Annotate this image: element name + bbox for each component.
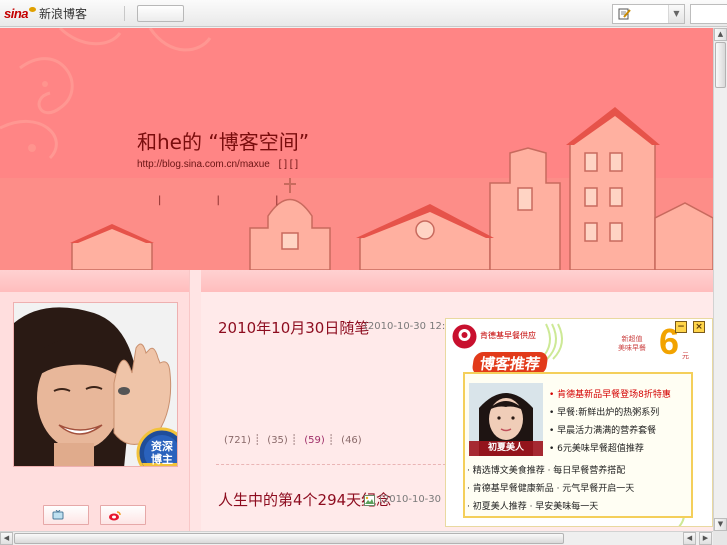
write-pen-icon <box>618 8 631 20</box>
chevron-down-icon[interactable]: ▼ <box>668 5 684 23</box>
ad-list: • 肯德基新品早餐登场8折特惠 • 早餐:新鲜出炉的热粥系列 • 早晨活力满满的… <box>549 386 671 458</box>
scroll-left-icon[interactable]: ◀ <box>0 532 13 545</box>
blog-url-text[interactable]: http://blog.sina.com.cn/maxue <box>137 159 270 170</box>
weibo-icon <box>109 511 121 521</box>
blog-banner: 和he的 “博客空间” http://blog.sina.com.cn/maxu… <box>0 28 713 270</box>
post-divider <box>216 464 446 465</box>
blog-nav-separators: | | | <box>158 195 305 206</box>
scrollbar-corner <box>713 531 727 545</box>
sina-logo-brand: sina <box>4 6 29 21</box>
sina-eye-icon <box>29 7 37 12</box>
scroll-left-icon[interactable]: ◀ <box>683 532 696 545</box>
ad-bottom-link[interactable]: · 初夏美人推荐 · 早安美味每一天 <box>467 498 634 516</box>
ad-photo-caption: 初夏美人 <box>469 441 543 456</box>
vertical-scroll-thumb[interactable] <box>715 42 726 88</box>
banner-illustration <box>0 28 713 270</box>
ad-list-item[interactable]: • 早晨活力满满的营养套餐 <box>549 422 671 440</box>
tv-icon <box>52 510 64 520</box>
post-date: (2010-10-30 <box>379 494 442 505</box>
sina-logo[interactable]: sina 新浪博客 <box>4 5 87 22</box>
badge-text: 资深 博主 <box>151 440 173 466</box>
follow-weibo-button[interactable] <box>100 505 146 525</box>
scroll-down-icon[interactable]: ▼ <box>714 518 727 531</box>
ad-list-item[interactable]: • 6元美味早餐超值推荐 <box>549 440 671 458</box>
ad-bottom-link[interactable]: · 精选博文美食推荐 · 每日早餐营养搭配 <box>467 462 634 480</box>
ad-photo[interactable]: 初夏美人 <box>469 383 543 456</box>
sina-logo-product: 新浪博客 <box>39 7 88 21</box>
sina-topbar: sina 新浪博客 ▼ <box>0 0 727 27</box>
profile-sidebar: 资深 博主 <box>0 270 190 532</box>
floating-ad-popup[interactable]: 肯德基早餐供应 博客推荐 新超值 美味早餐 6 元 − × 初夏美人 • 肯德基… <box>445 318 713 527</box>
read-count[interactable]: (721) <box>224 435 251 446</box>
stat-sep: ┊ <box>291 435 298 446</box>
topbar-search-input[interactable] <box>690 4 727 24</box>
ad-bottom-link[interactable]: · 肯德基早餐健康新品 · 元气早餐开启一天 <box>467 480 634 498</box>
close-icon[interactable]: × <box>693 321 705 333</box>
ad-recommend-box: 初夏美人 • 肯德基新品早餐登场8折特惠 • 早餐:新鲜出炉的热粥系列 • 早晨… <box>463 372 693 518</box>
sidebar-header-bar <box>0 270 189 292</box>
ad-bottom-links: · 精选博文美食推荐 · 每日早餐营养搭配 · 肯德基早餐健康新品 · 元气早餐… <box>467 462 634 516</box>
avatar[interactable]: 资深 博主 <box>13 302 178 467</box>
scroll-up-icon[interactable]: ▲ <box>714 28 727 41</box>
horizontal-scroll-thumb[interactable] <box>14 533 564 544</box>
ad-price-label: 新超值 美味早餐 <box>618 335 646 352</box>
minimize-icon[interactable]: − <box>675 321 687 333</box>
main-header-bar <box>201 270 713 292</box>
browser-window: sina 新浪博客 ▼ 和he的 “博客空间” http://blog.sina… <box>0 0 727 545</box>
favorite-count[interactable]: (46) <box>341 435 362 446</box>
share-count[interactable]: (59) <box>304 435 325 446</box>
blog-title: 和he的 “博客空间” <box>137 130 310 154</box>
senior-blogger-badge: 资深 博主 <box>136 427 177 466</box>
comment-count[interactable]: (35) <box>267 435 288 446</box>
horizontal-scrollbar[interactable]: ◀ ◀ ▶ <box>0 531 713 545</box>
topbar-divider <box>124 6 125 21</box>
vertical-scrollbar[interactable]: ▲ ▼ <box>713 28 727 531</box>
write-post-dropdown[interactable]: ▼ <box>612 4 685 24</box>
ad-list-item[interactable]: • 肯德基新品早餐登场8折特惠 <box>549 386 671 404</box>
topbar-blank-button[interactable] <box>137 5 184 22</box>
stat-sep: ┊ <box>254 435 261 446</box>
blog-url-links[interactable]: [ ] [ ] <box>279 159 298 170</box>
post-title-link[interactable]: 2010年10月30日随笔 <box>218 317 369 338</box>
ad-price-unit: 元 <box>682 352 689 360</box>
kfc-logo-icon <box>452 324 477 349</box>
ad-list-item[interactable]: • 早餐:新鲜出炉的热粥系列 <box>549 404 671 422</box>
blog-url[interactable]: http://blog.sina.com.cn/maxue [ ] [ ] <box>137 159 298 170</box>
stat-sep: ┊ <box>327 435 334 446</box>
add-friend-button[interactable] <box>43 505 89 525</box>
ad-header-text: 肯德基早餐供应 <box>480 331 536 340</box>
scroll-right-icon[interactable]: ▶ <box>699 532 712 545</box>
post-stats: (721) ┊ (35) ┊ (59) ┊ (46) <box>224 435 362 446</box>
image-attachment-icon <box>364 495 375 506</box>
